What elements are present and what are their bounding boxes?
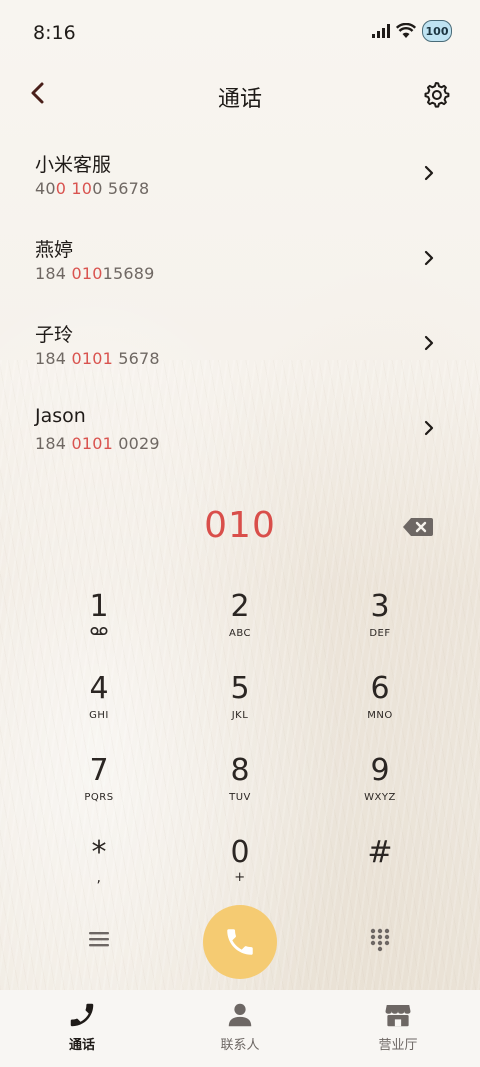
battery-icon: 100	[422, 20, 452, 42]
chevron-right-icon	[424, 250, 434, 266]
chevron-right-icon	[424, 335, 434, 351]
chevron-right-icon	[424, 165, 434, 181]
signal-icon	[372, 24, 390, 38]
key-5[interactable]: 5 JKL	[175, 672, 305, 742]
tab-calls-label: 通话	[68, 1038, 95, 1053]
tab-contacts-label: 联系人	[220, 1038, 260, 1053]
key-2[interactable]: 2 ABC	[175, 590, 305, 660]
dialpad-icon[interactable]	[370, 928, 390, 952]
contact-row[interactable]: 子玲 184 0101 5678	[0, 300, 480, 385]
tab-contacts[interactable]: 联系人	[180, 1000, 300, 1053]
contact-name: 燕婷	[35, 239, 74, 261]
contact-number: 184 0101 0029	[35, 434, 160, 453]
key-1[interactable]: 1	[34, 590, 164, 660]
tab-store-label: 营业厅	[378, 1038, 418, 1053]
phone-icon	[70, 1003, 94, 1027]
contact-name: 小米客服	[35, 154, 112, 176]
status-bar: 8:16 100	[0, 0, 480, 66]
page-title: 通话	[217, 87, 262, 112]
bottom-nav: 通话 联系人 营业厅	[0, 990, 480, 1067]
contact-row[interactable]: 小米客服 400 100 5678	[0, 130, 480, 215]
menu-icon[interactable]	[88, 930, 110, 948]
contact-row[interactable]: Jason 184 0101 0029	[0, 385, 480, 470]
key-star[interactable]: *,	[34, 836, 164, 906]
key-0[interactable]: 0 +	[175, 836, 305, 906]
call-button[interactable]	[203, 905, 277, 979]
voicemail-icon	[90, 626, 108, 636]
person-icon	[228, 1003, 252, 1027]
key-7[interactable]: 7 PQRS	[34, 754, 164, 824]
backspace-icon[interactable]	[402, 516, 434, 538]
contact-results-list: 小米客服 400 100 5678 燕婷 184 01015689 子玲 184…	[0, 130, 480, 470]
tab-calls[interactable]: 通话	[22, 1000, 142, 1053]
contact-number: 400 100 5678	[35, 179, 150, 198]
key-6[interactable]: 6 MNO	[315, 672, 445, 742]
key-9[interactable]: 9 WXYZ	[315, 754, 445, 824]
tab-store[interactable]: 营业厅	[338, 1000, 458, 1053]
contact-name: 子玲	[35, 324, 74, 346]
contact-number: 184 0101 5678	[35, 349, 160, 368]
gear-icon[interactable]	[422, 80, 450, 108]
phone-call-icon	[227, 929, 253, 955]
key-8[interactable]: 8 TUV	[175, 754, 305, 824]
header: 通话	[0, 70, 480, 120]
contact-row[interactable]: 燕婷 184 01015689	[0, 215, 480, 300]
contact-name: Jason	[35, 405, 86, 427]
status-time: 8:16	[33, 22, 76, 44]
key-3[interactable]: 3 DEF	[315, 590, 445, 660]
key-hash[interactable]: #	[315, 836, 445, 906]
chevron-right-icon	[424, 420, 434, 436]
key-4[interactable]: 4 GHI	[34, 672, 164, 742]
contact-number: 184 01015689	[35, 264, 155, 283]
status-icons: 100	[372, 20, 452, 42]
store-icon	[385, 1005, 411, 1027]
wifi-icon	[396, 23, 416, 38]
